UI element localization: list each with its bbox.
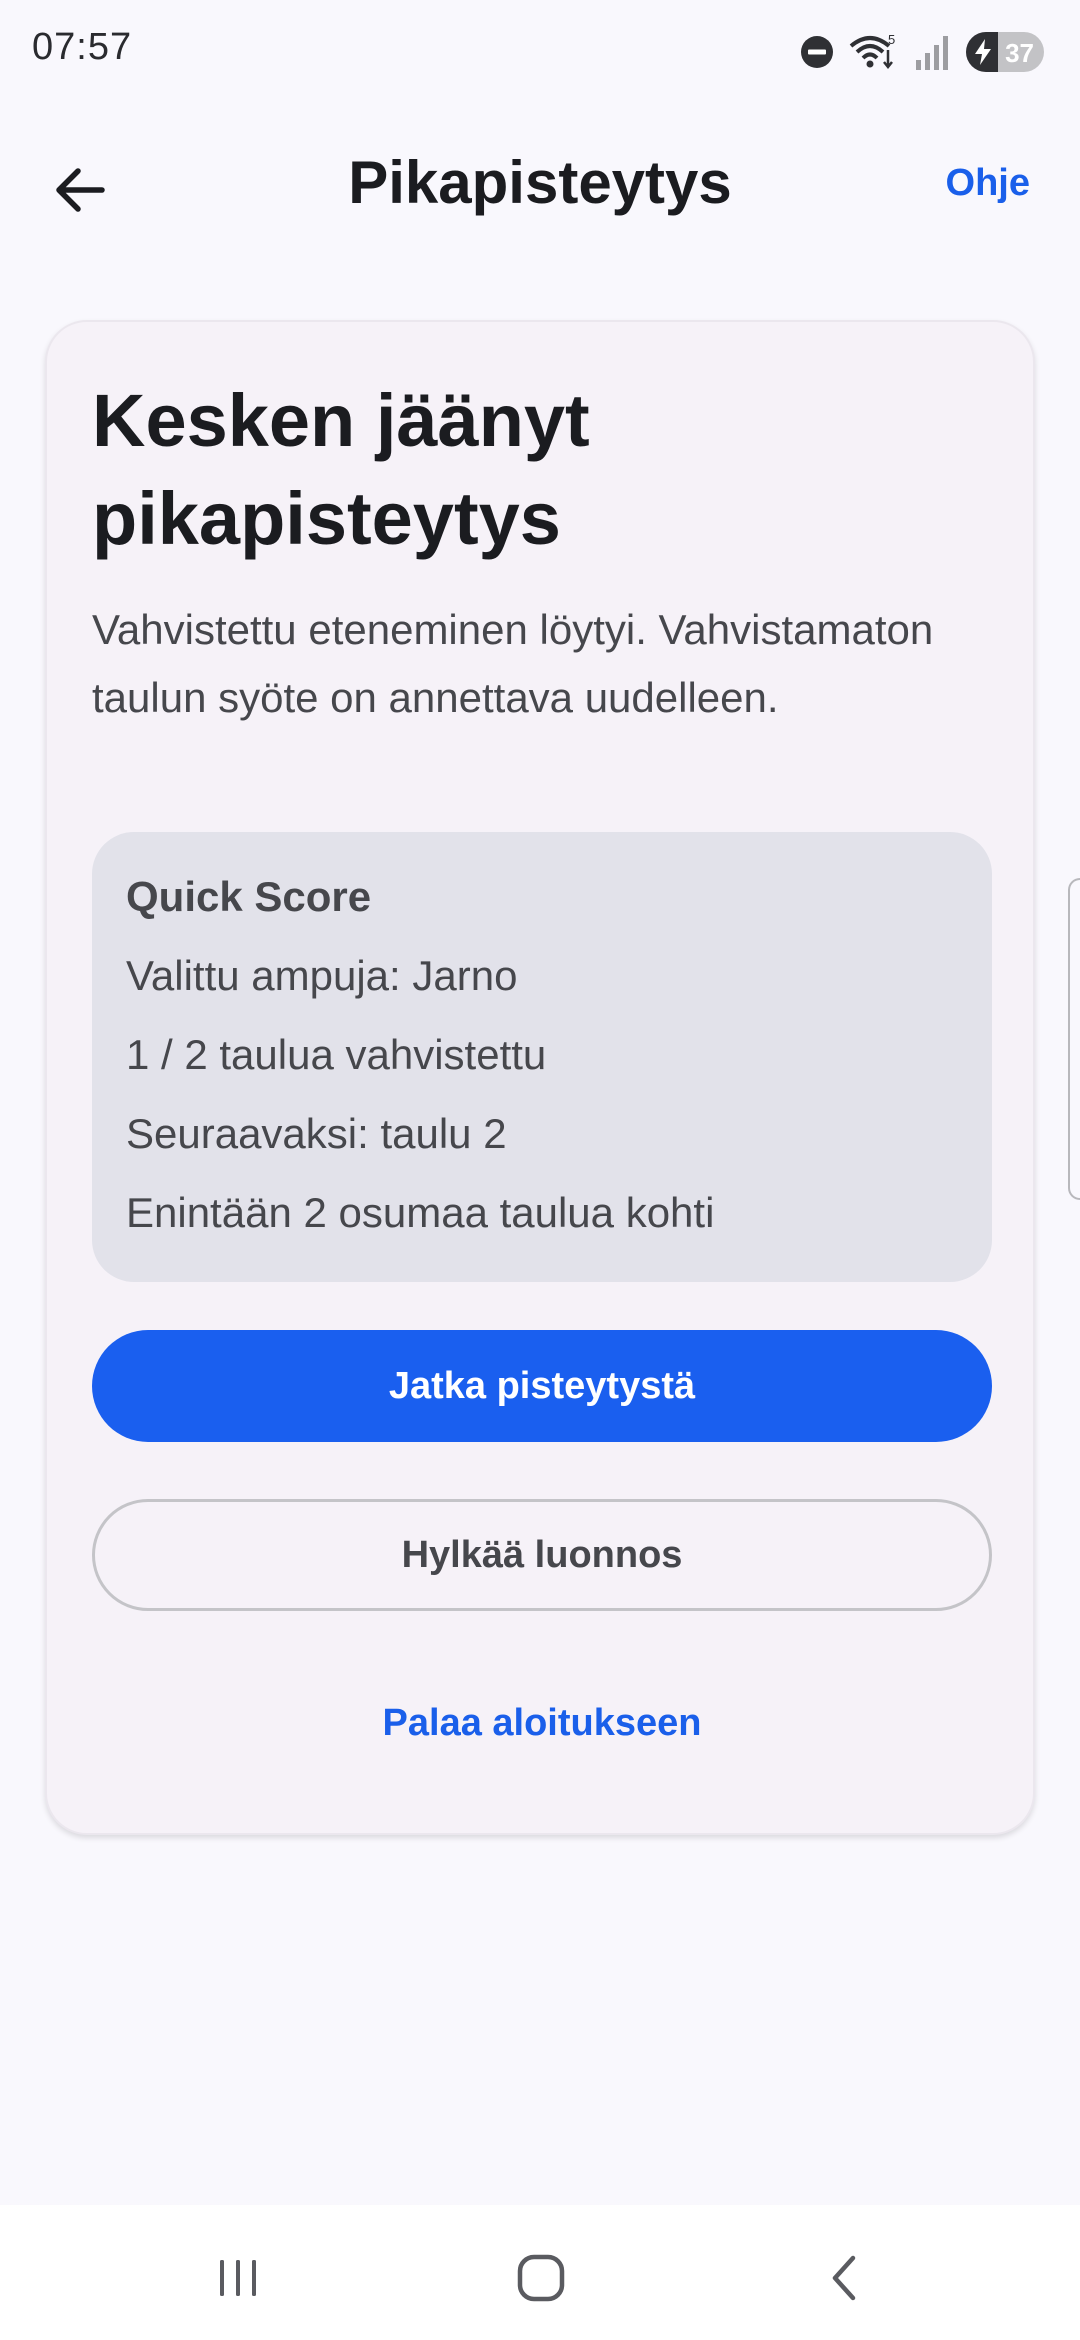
- summary-line-limit: Enintään 2 osumaa taulua kohti: [126, 1189, 715, 1236]
- session-summary-box: Quick Score Valittu ampuja: Jarno 1 / 2 …: [92, 832, 992, 1282]
- back-icon: [832, 2255, 856, 2301]
- charging-bolt-icon: [975, 39, 991, 65]
- screen: 07:57 5 37 Pikapisteytys Ohje Kesken jää…: [0, 0, 1080, 2340]
- recents-button[interactable]: [208, 2250, 268, 2306]
- summary-line-shooter: Valittu ampuja: Jarno: [126, 952, 518, 999]
- page-title: Pikapisteytys: [348, 149, 732, 216]
- status-bar: 07:57 5 37: [0, 0, 1080, 100]
- svg-text:5: 5: [888, 32, 895, 47]
- status-icons: 5 37: [800, 30, 1044, 74]
- discard-draft-button[interactable]: Hylkää luonnos: [92, 1499, 992, 1611]
- system-back-button[interactable]: [814, 2250, 874, 2306]
- signal-icon: [916, 36, 948, 70]
- home-icon: [517, 2254, 565, 2302]
- battery-level: 37: [1005, 38, 1034, 68]
- summary-heading: Quick Score: [126, 873, 372, 920]
- top-app-bar: Pikapisteytys Ohje: [0, 110, 1080, 260]
- summary-line-progress: 1 / 2 taulua vahvistettu: [126, 1031, 547, 1078]
- status-time: 07:57: [32, 26, 133, 68]
- return-to-start-button[interactable]: Palaa aloitukseen: [92, 1667, 992, 1779]
- card-description: Vahvistettu eteneminen löytyi. Vahvistam…: [92, 606, 934, 721]
- continue-scoring-button[interactable]: Jatka pisteytystä: [92, 1330, 992, 1442]
- navigation-bar: [0, 2205, 1080, 2340]
- recents-icon: [220, 2260, 256, 2296]
- card-title: Kesken jäänyt pikapisteytys: [92, 379, 590, 560]
- home-button[interactable]: [511, 2250, 571, 2306]
- summary-line-next: Seuraavaksi: taulu 2: [126, 1110, 507, 1157]
- help-link[interactable]: Ohje: [946, 162, 1030, 205]
- wifi-icon: 5: [849, 32, 895, 70]
- resume-draft-card: Kesken jäänyt pikapisteytys Vahvistettu …: [45, 320, 1035, 1835]
- edge-panel-handle[interactable]: [1068, 878, 1080, 1200]
- battery-icon: 37: [966, 32, 1044, 72]
- do-not-disturb-icon: [801, 36, 833, 68]
